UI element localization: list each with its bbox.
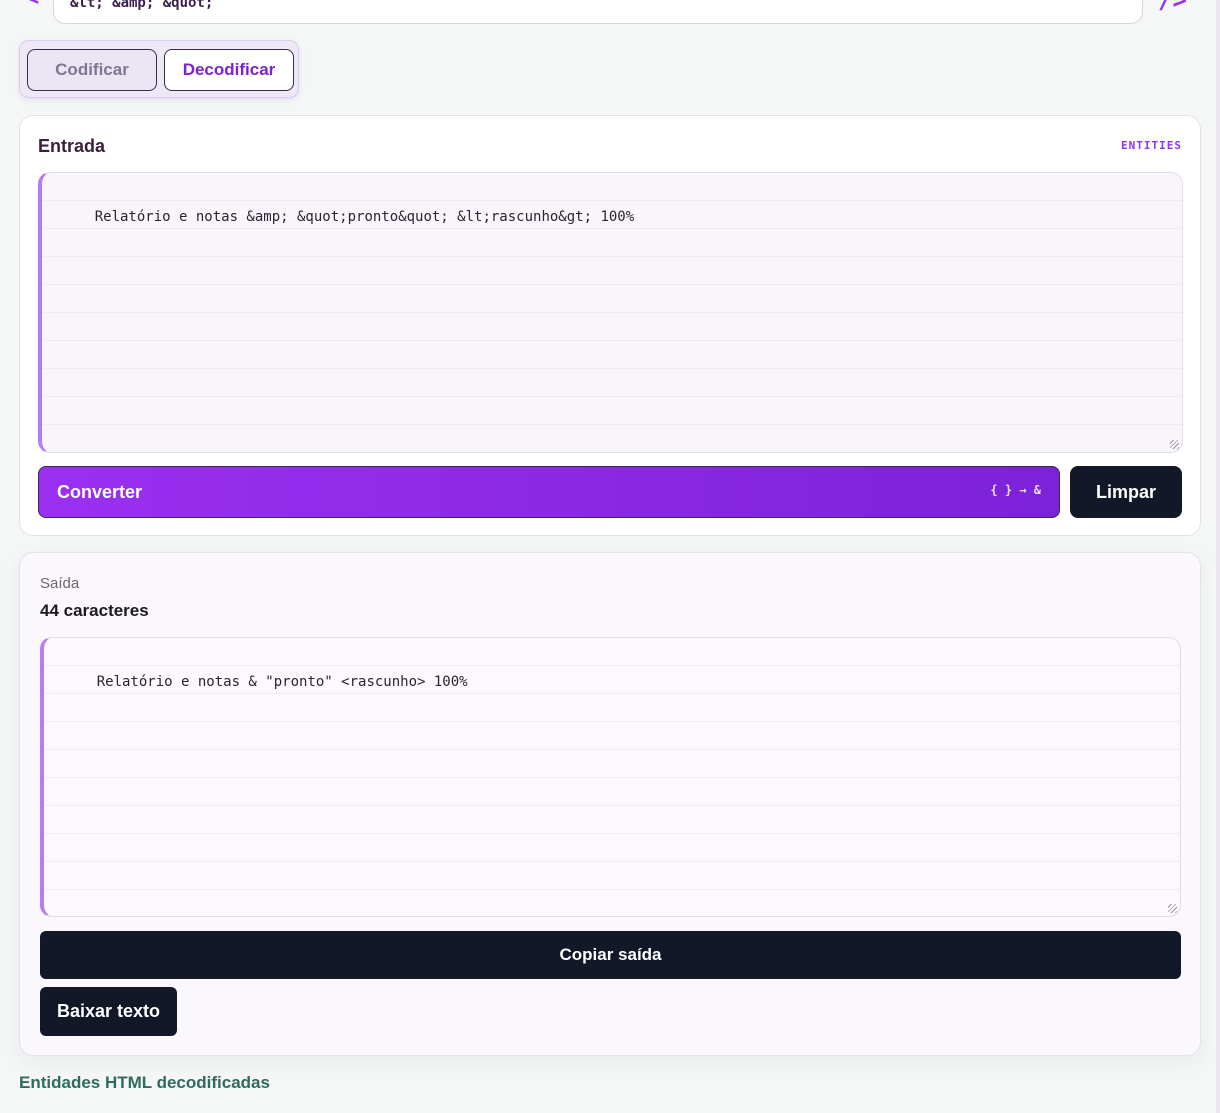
input-title: Entrada	[38, 136, 106, 156]
status-message: Entidades HTML decodificadas	[19, 1073, 270, 1092]
clear-button[interactable]: Limpar	[1070, 466, 1182, 518]
encode-mode-button[interactable]: Codificar	[27, 49, 157, 91]
mode-toggle: Codificar Decodificar	[19, 40, 299, 98]
sample-entities-field[interactable]: &lt; &amp; &quot;	[53, 0, 1143, 24]
output-textarea[interactable]: Relatório e notas & "pronto" <rascunho> …	[40, 637, 1181, 917]
scrollbar-track[interactable]	[1216, 0, 1220, 1113]
convert-label: Converter	[57, 482, 143, 502]
output-char-count: 44 caracteres	[40, 601, 149, 620]
decode-mode-button[interactable]: Decodificar	[164, 49, 294, 91]
convert-button[interactable]: Converter { } → &	[38, 466, 1060, 518]
download-text-button[interactable]: Baixar texto	[40, 987, 177, 1036]
output-card: Saída 44 caracteres Relatório e notas & …	[19, 552, 1201, 1056]
resize-handle-icon[interactable]	[1168, 904, 1177, 913]
input-card: Entrada ENTITIES Relatório e notas &amp;…	[19, 115, 1201, 536]
entities-tag: ENTITIES	[1121, 139, 1182, 152]
code-close-icon: />	[1158, 0, 1187, 14]
input-textarea[interactable]: Relatório e notas &amp; &quot;pronto&quo…	[38, 172, 1183, 453]
sample-strip: < &lt; &amp; &quot; />	[0, 0, 1220, 30]
output-text: Relatório e notas & "pronto" <rascunho> …	[96, 674, 468, 690]
copy-output-button[interactable]: Copiar saída	[40, 931, 1181, 979]
input-text: Relatório e notas &amp; &quot;pronto&quo…	[94, 209, 635, 225]
resize-handle-icon[interactable]	[1170, 440, 1179, 449]
convert-hint: { } → &	[990, 483, 1041, 497]
output-label: Saída	[40, 575, 80, 592]
chevron-left-icon: <	[26, 0, 39, 11]
